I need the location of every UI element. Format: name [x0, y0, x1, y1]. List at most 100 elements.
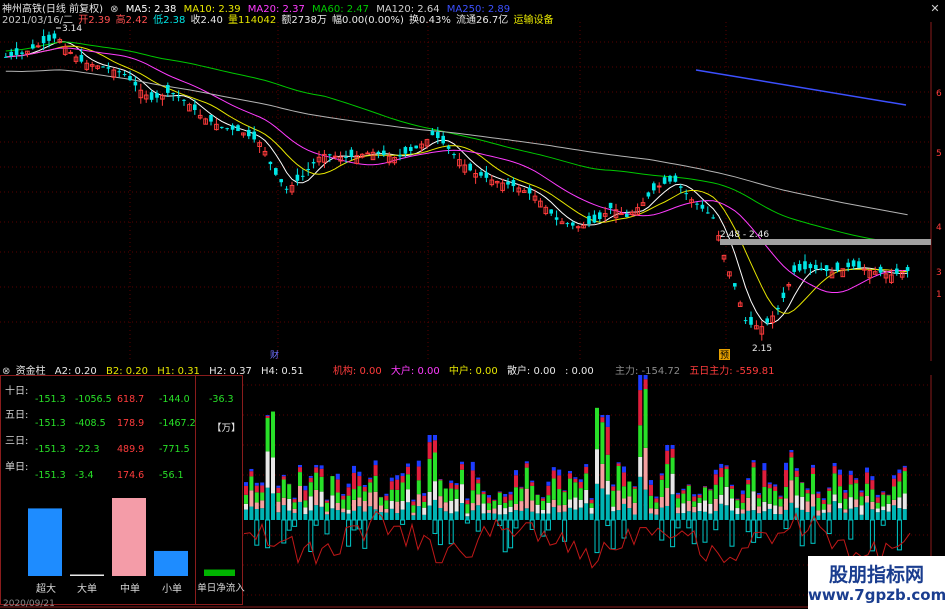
bar-segment-large	[589, 503, 594, 509]
bar-segment-large	[800, 482, 805, 497]
bar-segment-small	[686, 511, 691, 520]
bar-segment-small	[254, 508, 259, 520]
forecast-marker[interactable]: 预	[720, 350, 729, 361]
bar-segment-large	[460, 469, 464, 485]
bar-segment-mid	[735, 508, 740, 514]
bar-segment-small	[859, 514, 864, 520]
bar-segment-small	[530, 511, 535, 520]
candle-body	[468, 163, 472, 171]
bar-segment-big	[487, 495, 491, 498]
bar-segment-mid	[422, 507, 427, 515]
candle-body	[679, 186, 683, 188]
bar-segment-large	[568, 478, 572, 500]
bar-segment-super	[605, 426, 610, 455]
bar-segment-big	[395, 475, 400, 480]
bar-segment-mid	[757, 506, 761, 514]
candlestick-chart[interactable]: 3.14 2.48 - 2.46 2.15 财 预 6 5 4 3 1	[0, 22, 945, 361]
bar-segment-large	[508, 500, 513, 507]
bar-segment-large	[838, 486, 842, 504]
candle-body	[695, 203, 699, 205]
bar-segment-large	[422, 501, 427, 508]
candle-body	[571, 222, 575, 226]
close-icon[interactable]: ✕	[929, 3, 941, 15]
bar-segment-large	[654, 502, 659, 509]
bar-segment-small	[616, 510, 621, 520]
bar-segment-large	[492, 500, 497, 509]
bar-segment-small	[632, 514, 637, 520]
bar-segment-large	[433, 452, 437, 482]
bar-segment-mid	[870, 501, 875, 510]
bottom-date: 2020/09/21	[3, 599, 55, 609]
bar-segment-big	[730, 484, 734, 486]
bar-segment-large	[611, 490, 616, 507]
bar-segment-large	[757, 498, 761, 507]
bar-segment-super	[384, 495, 389, 501]
bar-segment-super	[584, 466, 589, 474]
bar-segment-small	[676, 513, 680, 520]
bar-segment-small	[443, 511, 448, 520]
bar-segment-large	[287, 484, 292, 499]
price-tick: 3	[936, 268, 942, 278]
candle-body	[31, 44, 35, 49]
candle-body	[484, 172, 489, 178]
candle-body	[35, 45, 41, 48]
bar-segment-super	[541, 498, 545, 501]
bar-negative	[448, 519, 454, 545]
candle-body	[711, 217, 715, 219]
bar-segment-small	[308, 510, 313, 520]
finance-marker[interactable]: 财	[270, 349, 279, 361]
bar-segment-big	[784, 462, 788, 471]
bar-negative	[292, 519, 298, 527]
bar-segment-large	[616, 466, 621, 491]
bar-segment-large	[827, 490, 832, 505]
bar-negative	[745, 519, 751, 533]
bar-segment-large	[697, 497, 702, 503]
candle-body	[662, 177, 667, 184]
bar-segment-large	[244, 494, 248, 504]
bar-segment-mid	[287, 498, 292, 511]
bar-segment-super	[265, 415, 270, 418]
bar-segment-small	[595, 483, 599, 520]
bar-segment-super	[703, 486, 707, 488]
bar-segment-big	[805, 488, 810, 490]
bar-segment-super	[416, 466, 421, 481]
candle-body	[652, 183, 656, 191]
bar-segment-mid	[319, 491, 324, 507]
candle-body	[733, 283, 737, 287]
bar-segment-small	[692, 512, 697, 520]
bar-segment-mid	[535, 504, 540, 514]
bar-segment-super	[827, 488, 832, 491]
bar-segment-super	[470, 470, 475, 491]
candle-body	[247, 129, 251, 137]
price-tick: 4	[936, 223, 942, 233]
bar-segment-large	[465, 504, 470, 514]
bar-segment-small	[346, 513, 351, 520]
bar-segment-small	[568, 507, 572, 520]
bar-segment-mid	[568, 499, 572, 508]
bar-segment-small	[497, 514, 502, 520]
bar-segment-small	[460, 502, 464, 520]
bar-segment-big	[697, 493, 702, 495]
bar-segment-large	[805, 493, 810, 502]
candle-body	[819, 268, 823, 271]
bar-segment-big	[773, 484, 778, 487]
bar-segment-super	[249, 471, 254, 477]
candle-body	[684, 193, 688, 195]
ma250-line	[695, 69, 907, 106]
bar-segment-large	[632, 488, 637, 503]
bar-segment-mid	[443, 502, 448, 512]
bar-segment-big	[568, 470, 572, 474]
bar-segment-small	[881, 510, 886, 520]
candle-body	[122, 74, 127, 76]
bar-segment-super	[762, 470, 767, 487]
bar-segment-big	[335, 473, 340, 480]
bar-segment-small	[519, 510, 524, 520]
bar-segment-large	[395, 489, 400, 502]
bar-negative	[437, 519, 443, 546]
bar-segment-large	[573, 482, 578, 498]
candle-body	[587, 215, 591, 224]
candle-body	[646, 192, 651, 197]
bar-negative	[826, 519, 832, 535]
high-price-annotation: 3.14	[62, 24, 82, 34]
bar-segment-mid	[902, 493, 907, 510]
